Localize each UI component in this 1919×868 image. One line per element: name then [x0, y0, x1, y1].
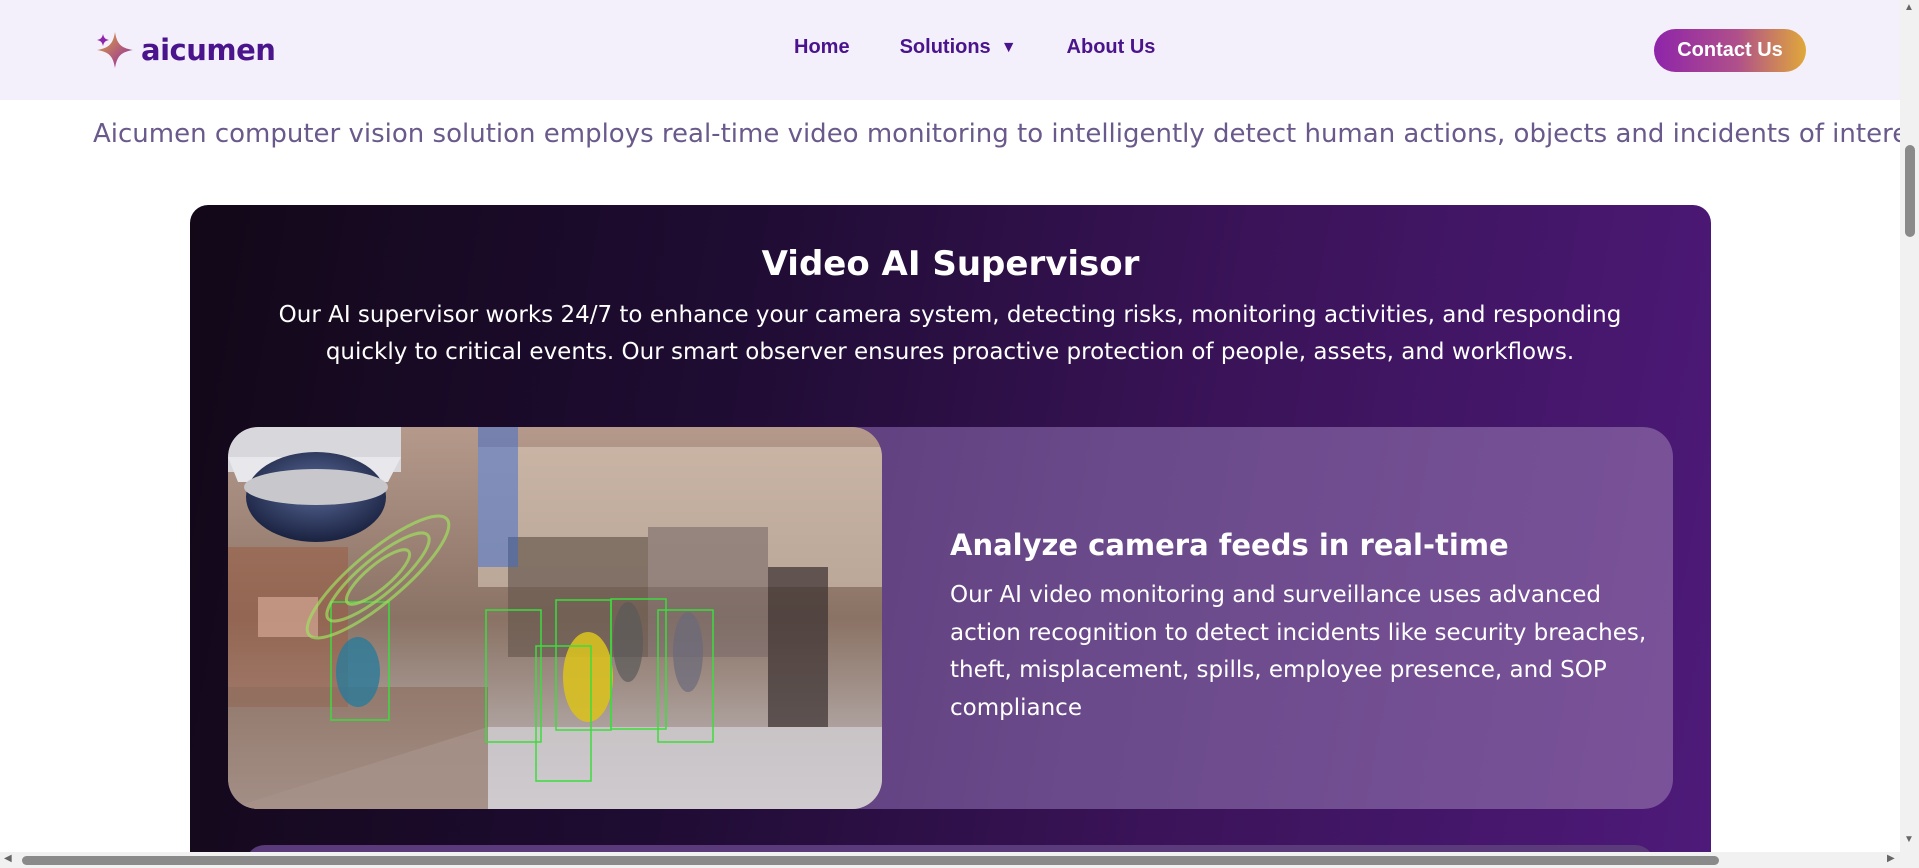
scroll-down-icon[interactable]: ▼	[1904, 834, 1914, 845]
mall-camera-illustration	[228, 427, 882, 809]
horizontal-scroll-thumb[interactable]	[22, 856, 1719, 865]
video-ai-supervisor-card: Video AI Supervisor Our AI supervisor wo…	[190, 205, 1711, 868]
card-title: Video AI Supervisor	[761, 244, 1140, 284]
nav-solutions[interactable]: Solutions ▼	[900, 36, 1017, 59]
feature-text: Our AI video monitoring and surveillance…	[950, 582, 1647, 721]
logo[interactable]: aicumen	[93, 28, 276, 72]
sparkle-star-icon	[97, 32, 133, 68]
vertical-scroll-thumb[interactable]	[1905, 145, 1915, 237]
contact-us-button[interactable]: Contact Us	[1654, 29, 1806, 72]
nav-solutions-label: Solutions	[899, 36, 991, 58]
nav-about-label: About Us	[1066, 36, 1156, 58]
scroll-up-icon[interactable]: ▲	[1904, 2, 1914, 13]
feature-panel: Analyze camera feeds in real-time Our AI…	[228, 427, 1673, 809]
vertical-scrollbar[interactable]: ▲ ▼	[1900, 0, 1919, 852]
nav-home-label: Home	[794, 36, 850, 58]
intro-text: Aicumen computer vision solution employs…	[93, 119, 1919, 149]
horizontal-scrollbar[interactable]: ◀ ▶	[0, 852, 1900, 868]
nav-about-us[interactable]: About Us	[1067, 36, 1156, 59]
scroll-right-icon[interactable]: ▶	[1887, 853, 1895, 864]
logo-text: aicumen	[141, 33, 276, 67]
scroll-left-icon[interactable]: ◀	[4, 853, 12, 864]
nav-home[interactable]: Home	[794, 36, 850, 59]
main-nav: Home Solutions ▼ About Us	[794, 36, 1155, 59]
site-header: aicumen Home Solutions ▼ About Us Contac…	[0, 0, 1900, 100]
feature-title: Analyze camera feeds in real-time	[950, 528, 1509, 562]
caret-down-icon: ▼	[1000, 38, 1017, 56]
surveillance-image	[228, 427, 882, 809]
card-description: Our AI supervisor works 24/7 to enhance …	[278, 302, 1622, 365]
scrollbar-corner	[1900, 852, 1919, 868]
